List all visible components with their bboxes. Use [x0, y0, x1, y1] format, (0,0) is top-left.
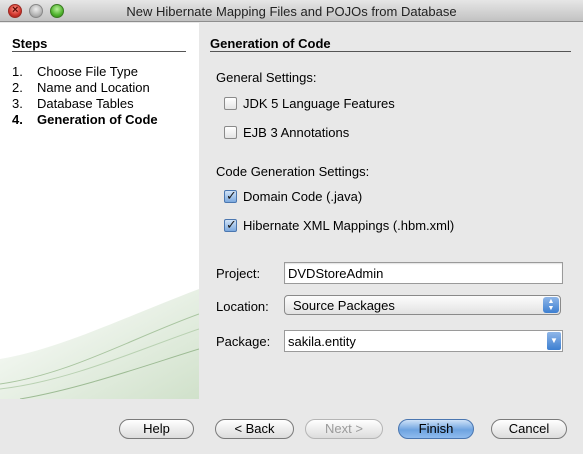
steps-panel: Steps 1. Choose File Type 2. Name and Loca…: [0, 23, 199, 399]
location-select[interactable]: Source Packages ▲ ▼: [284, 295, 561, 315]
domain-code-checkbox-row[interactable]: ✓ Domain Code (.java): [224, 188, 362, 204]
step-label: Name and Location: [37, 80, 150, 95]
step-item: 3. Database Tables: [12, 96, 134, 111]
package-label: Package:: [216, 334, 271, 349]
steps-divider: [12, 51, 186, 52]
hbm-xml-checkbox-row[interactable]: ✓ Hibernate XML Mappings (.hbm.xml): [224, 217, 454, 233]
steps-list: 1. Choose File Type 2. Name and Location 3…: [12, 64, 158, 128]
checkmark-icon: ✓: [226, 216, 237, 232]
step-label: Choose File Type: [37, 64, 138, 79]
domain-code-label: Domain Code (.java): [243, 188, 363, 204]
jdk5-checkbox[interactable]: [224, 96, 237, 110]
step-label: Database Tables: [37, 96, 134, 111]
jdk5-label: JDK 5 Language Features: [243, 95, 395, 111]
step-label: Generation of Code: [37, 112, 158, 127]
ejb3-label: EJB 3 Annotations: [243, 124, 350, 140]
finish-button[interactable]: Finish: [398, 419, 474, 439]
window-title: New Hibernate Mapping Files and POJOs fr…: [126, 4, 457, 19]
checkmark-icon: ✓: [226, 187, 237, 203]
cancel-button[interactable]: Cancel: [491, 419, 567, 439]
package-value: sakila.entity: [288, 334, 356, 349]
step-item: 1. Choose File Type: [12, 64, 138, 79]
chevron-down-icon[interactable]: ▼: [547, 332, 561, 350]
location-value: Source Packages: [293, 298, 395, 313]
domain-code-checkbox[interactable]: ✓: [224, 187, 237, 203]
ejb3-checkbox-row[interactable]: EJB 3 Annotations: [224, 124, 349, 140]
help-button[interactable]: Help: [119, 419, 194, 439]
page-title: Generation of Code: [210, 36, 331, 51]
step-item-current: 4. Generation of Code: [12, 112, 158, 127]
jdk5-checkbox-row[interactable]: JDK 5 Language Features: [224, 95, 395, 111]
content-divider: [210, 51, 571, 52]
title-bar[interactable]: × New Hibernate Mapping Files and POJOs …: [0, 0, 583, 22]
code-generation-settings-label: Code Generation Settings:: [216, 164, 370, 179]
project-label: Project:: [216, 266, 261, 281]
next-button[interactable]: Next >: [305, 419, 383, 439]
ejb3-checkbox[interactable]: [224, 125, 237, 139]
general-settings-label: General Settings:: [216, 70, 317, 85]
package-combobox[interactable]: sakila.entity ▼: [284, 330, 563, 352]
step-item: 2. Name and Location: [12, 80, 150, 95]
select-arrows-icon: ▲ ▼: [543, 297, 559, 313]
hbm-xml-label: Hibernate XML Mappings (.hbm.xml): [243, 217, 455, 233]
hbm-xml-checkbox[interactable]: ✓: [224, 216, 237, 232]
decorative-wave-graphic: [0, 289, 199, 399]
project-field[interactable]: DVDStoreAdmin: [284, 262, 563, 284]
location-label: Location:: [216, 299, 269, 314]
steps-heading: Steps: [12, 36, 48, 51]
content-panel: Generation of Code General Settings: JDK…: [199, 23, 583, 399]
back-button[interactable]: < Back: [215, 419, 294, 439]
